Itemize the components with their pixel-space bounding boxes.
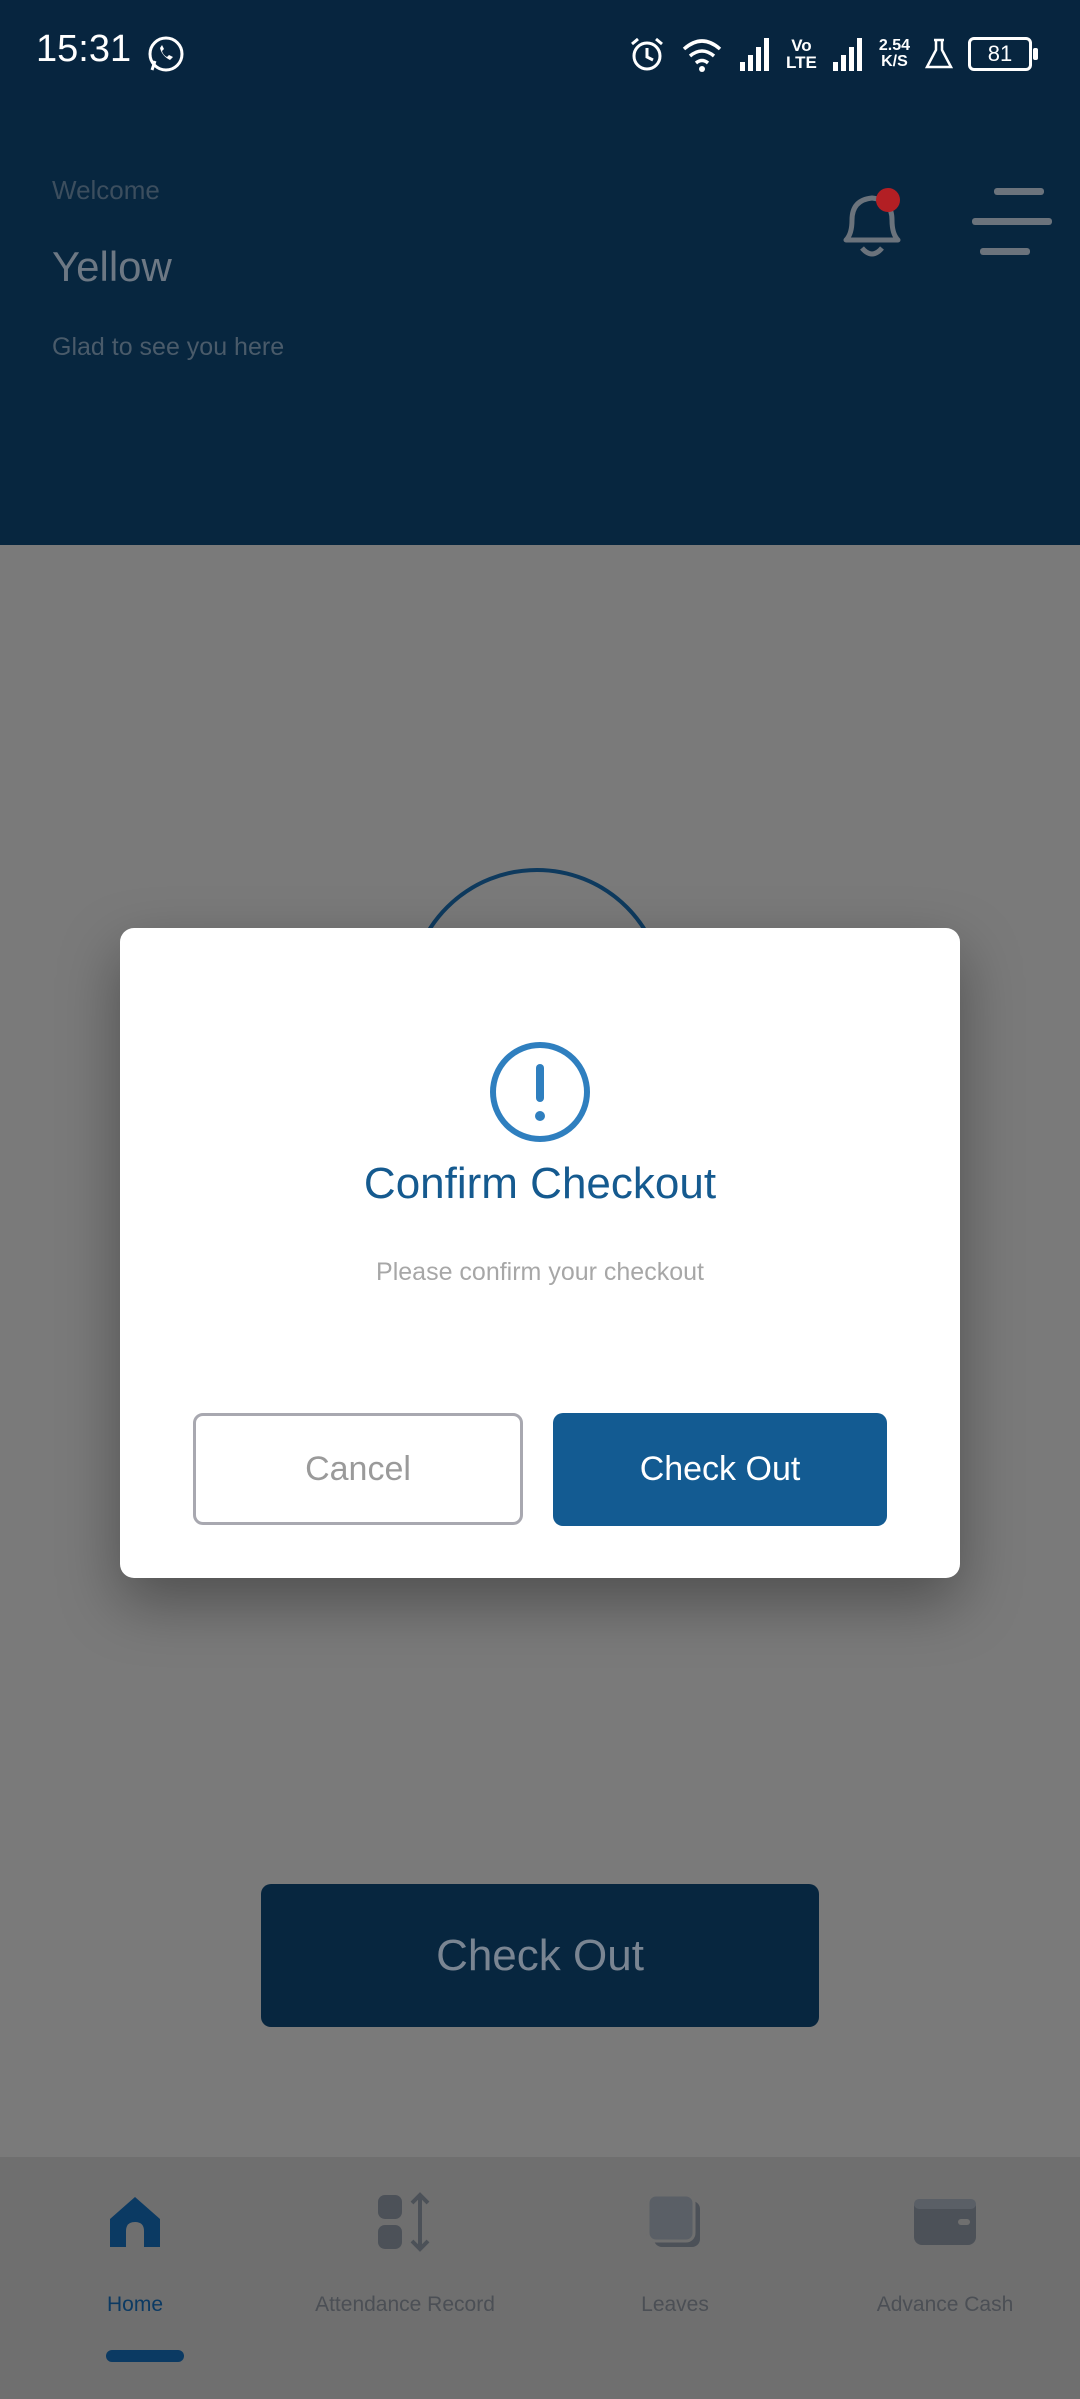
nav-label: Home <box>106 2293 164 2316</box>
confirm-checkout-dialog: Confirm Checkout Please confirm your che… <box>120 928 960 1578</box>
confirm-checkout-button[interactable]: Check Out <box>553 1413 887 1526</box>
greeting-text: Glad to see you here <box>52 333 285 361</box>
nav-advance-cash[interactable]: Advance Cash <box>810 2157 1080 2399</box>
home-icon <box>110 2197 160 2247</box>
main-checkout-button[interactable]: Check Out <box>261 1884 819 2027</box>
nav-leaves[interactable]: Leaves <box>540 2157 810 2399</box>
active-tab-indicator <box>106 2350 184 2362</box>
status-time: 15:31 <box>36 28 132 70</box>
bottom-navigation: Home Attendance Record Leaves Advance Ca… <box>0 2157 1080 2399</box>
nav-label: Advance Cash <box>876 2293 1014 2316</box>
cancel-button[interactable]: Cancel <box>193 1413 523 1525</box>
nav-label: Attendance Record <box>315 2293 495 2316</box>
signal-icon-1 <box>740 38 769 71</box>
wallet-icon <box>914 2199 976 2245</box>
welcome-label: Welcome <box>52 175 160 205</box>
whatsapp-icon <box>148 36 184 72</box>
battery-indicator: 81 <box>968 37 1038 71</box>
alarm-icon <box>631 37 663 71</box>
nav-attendance-record[interactable]: Attendance Record <box>270 2157 540 2399</box>
nav-label: Leaves <box>641 2293 709 2316</box>
leaves-icon <box>646 2193 700 2247</box>
signal-icon-2 <box>832 38 862 71</box>
wifi-icon <box>682 39 722 72</box>
dialog-message: Please confirm your checkout <box>376 1258 704 1286</box>
dialog-title: Confirm Checkout <box>363 1159 717 1208</box>
app-header <box>0 110 1080 545</box>
exclamation-icon <box>490 1042 590 1142</box>
flask-icon <box>924 38 954 69</box>
nav-home[interactable]: Home <box>0 2157 270 2399</box>
username: Yellow <box>52 243 172 290</box>
notification-bell-icon[interactable] <box>832 178 912 268</box>
menu-icon[interactable] <box>970 180 1054 260</box>
status-bar: 15:31 Vo LTE 2.54 K/S 81 <box>0 0 1080 110</box>
attendance-icon <box>378 2192 430 2252</box>
net-speed: 2.54 K/S <box>878 37 910 70</box>
volte-indicator: Vo LTE <box>786 36 817 72</box>
status-icons: Vo LTE 2.54 K/S 81 <box>628 30 1038 78</box>
